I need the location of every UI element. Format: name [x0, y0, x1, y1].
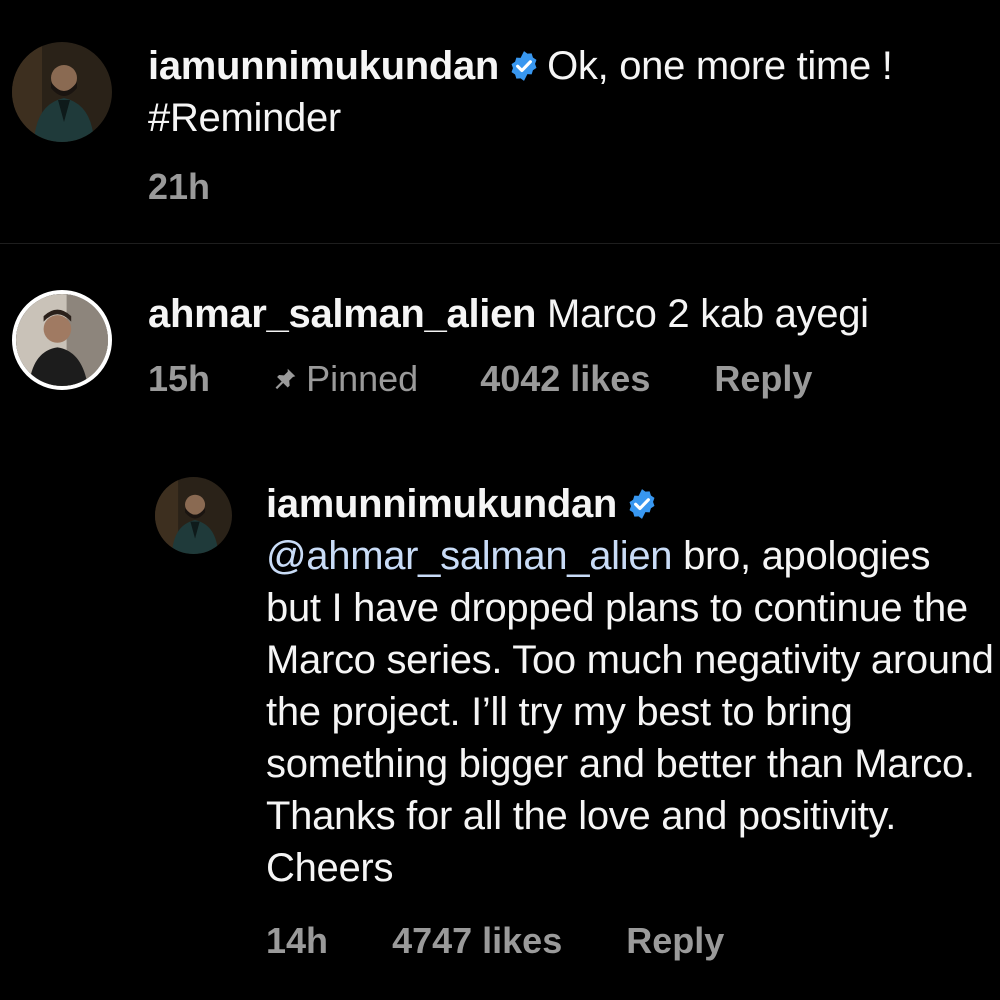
avatar[interactable]	[12, 42, 112, 142]
comment-body: ahmar_salman_alien Marco 2 kab ayegi	[148, 288, 988, 340]
pin-icon	[272, 366, 298, 392]
comment-text: Marco 2 kab ayegi	[546, 292, 869, 336]
comment-meta: 15h Pinned 4042 likes Reply	[148, 358, 812, 400]
divider	[0, 243, 1000, 244]
pinned-indicator: Pinned	[272, 358, 418, 400]
likes-count[interactable]: 4747 likes	[392, 920, 562, 962]
timestamp: 21h	[148, 166, 211, 207]
likes-count[interactable]: 4042 likes	[480, 358, 650, 400]
pinned-label: Pinned	[306, 358, 419, 399]
avatar[interactable]	[155, 477, 232, 554]
username[interactable]: iamunnimukundan	[148, 44, 499, 88]
comment-meta: 21h	[148, 166, 210, 208]
username[interactable]: iamunnimukundan	[266, 482, 617, 526]
timestamp: 15h	[148, 358, 211, 399]
comment-body: iamunnimukundan Ok, one more time ! #Remi…	[148, 40, 988, 144]
avatar-photo	[16, 294, 108, 386]
timestamp: 14h	[266, 920, 329, 961]
reply-button[interactable]: Reply	[626, 920, 724, 962]
comment-text: bro, apologies but I have dropped plans …	[266, 534, 994, 890]
reply-button[interactable]: Reply	[714, 358, 812, 400]
username[interactable]: ahmar_salman_alien	[148, 292, 536, 336]
avatar-photo	[12, 42, 112, 142]
avatar[interactable]	[12, 290, 112, 390]
verified-badge-icon	[625, 487, 659, 521]
mention-link[interactable]: @ahmar_salman_alien	[266, 534, 673, 578]
comment-meta: 14h 4747 likes Reply	[266, 920, 724, 962]
verified-badge-icon	[507, 49, 541, 83]
avatar-photo	[155, 477, 232, 554]
comment-body: iamunnimukundan @ahmar_salman_alien bro, …	[266, 478, 994, 894]
